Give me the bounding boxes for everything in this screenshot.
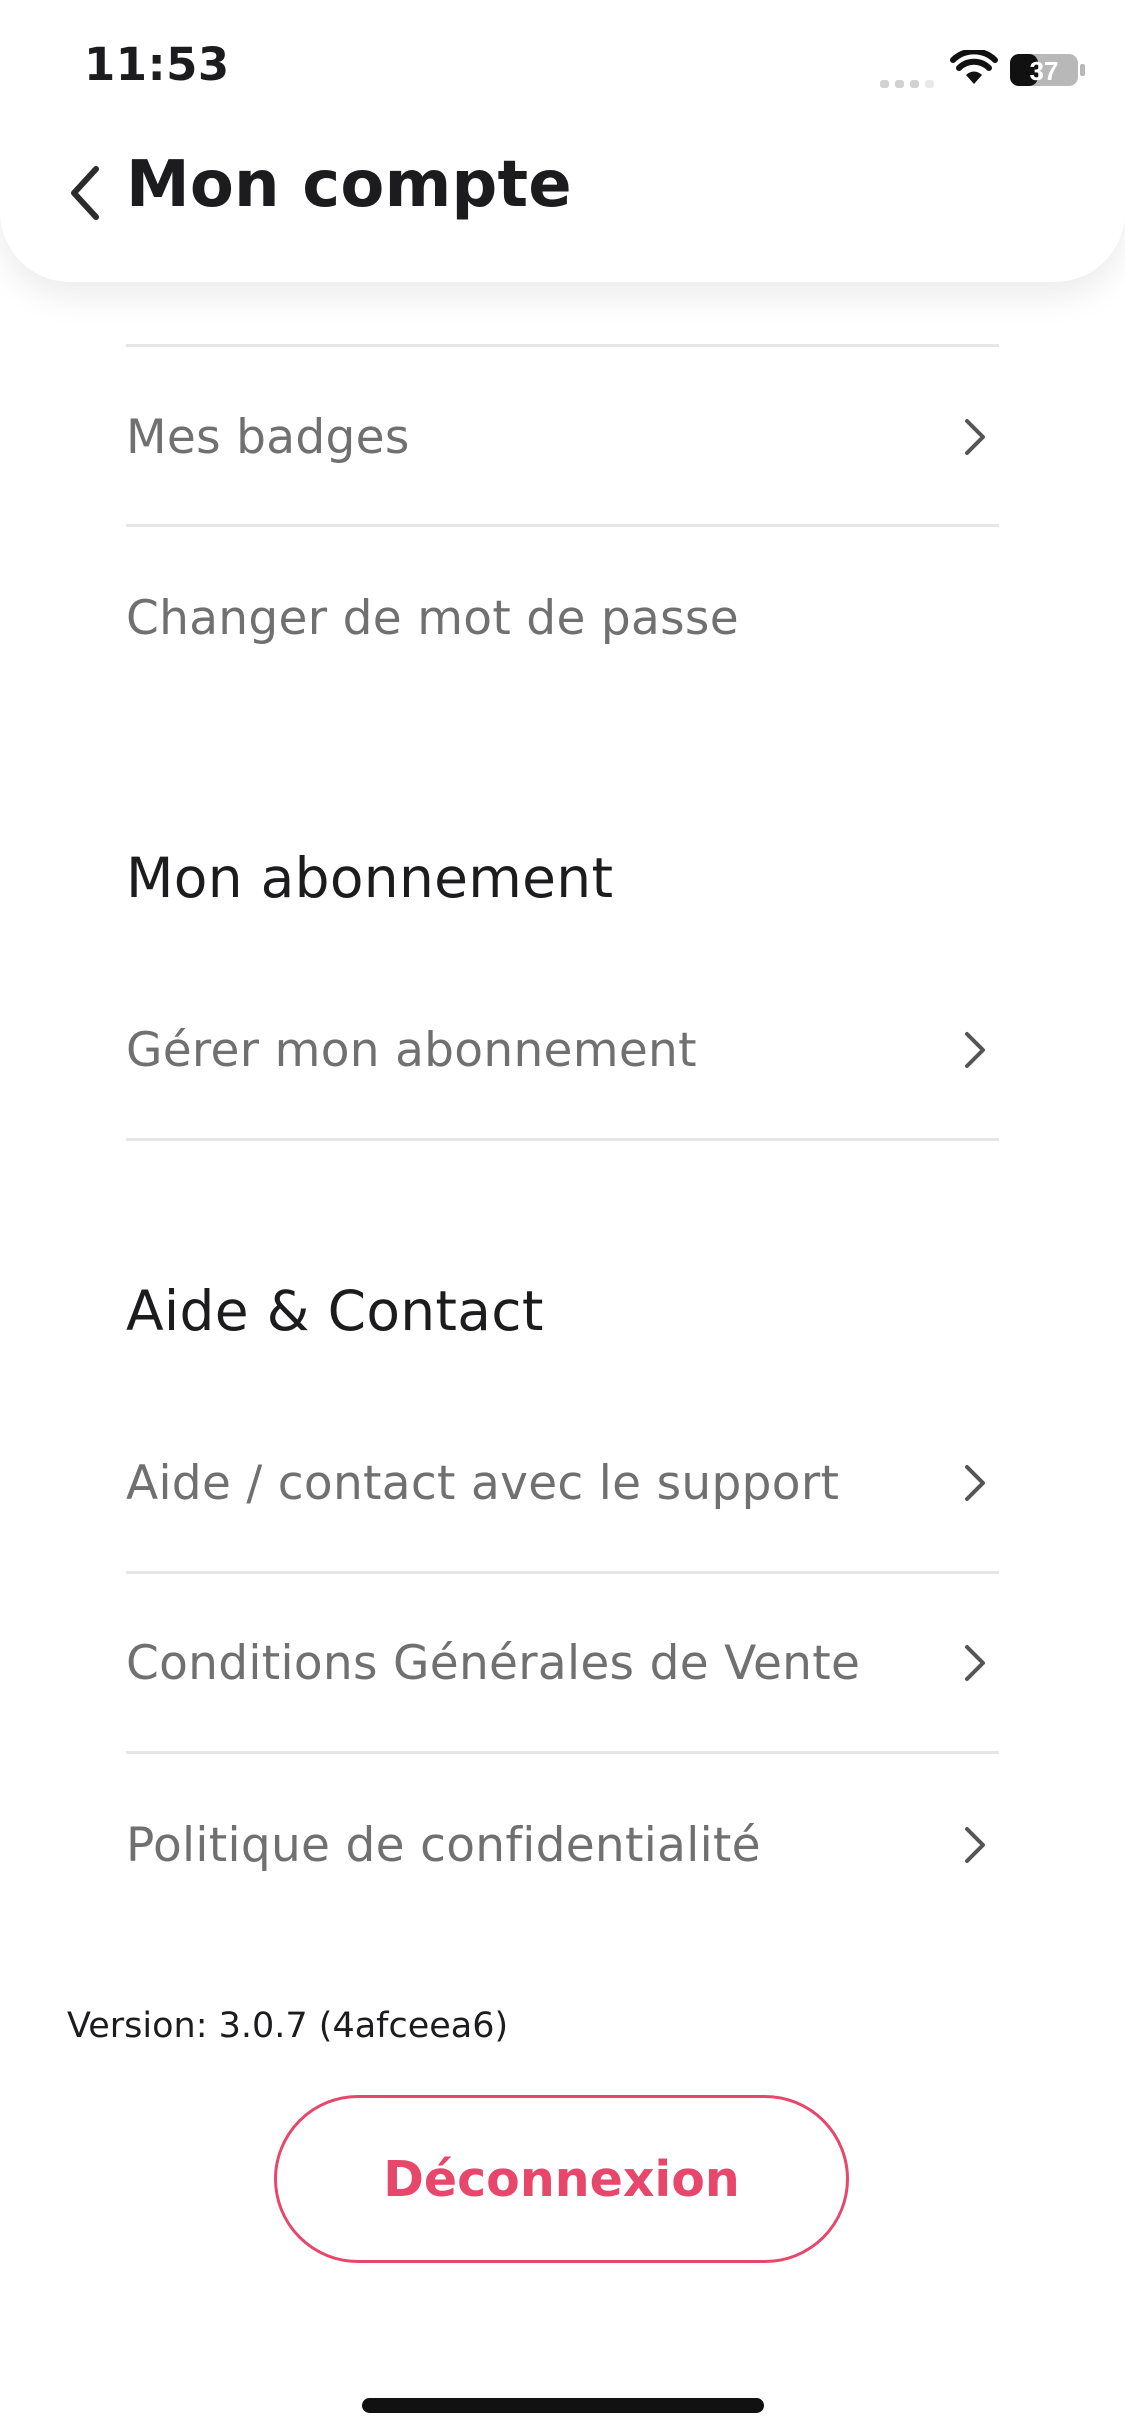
divider xyxy=(126,1138,999,1141)
row-confidentialite[interactable]: Politique de confidentialité xyxy=(126,1785,999,1905)
status-time: 11:53 xyxy=(84,38,230,91)
chevron-left-icon xyxy=(71,166,99,220)
section-title-abonnement: Mon abonnement xyxy=(126,846,614,910)
status-bar: 11:53 37 xyxy=(0,0,1125,140)
row-changer-mot-de-passe[interactable]: Changer de mot de passe xyxy=(126,558,999,678)
cellular-signal-icon xyxy=(880,80,934,88)
logout-button[interactable]: Déconnexion xyxy=(274,2095,849,2263)
row-label: Mes badges xyxy=(126,409,410,465)
divider xyxy=(126,524,999,527)
row-label: Aide / contact avec le support xyxy=(126,1455,840,1511)
row-label: Politique de confidentialité xyxy=(126,1817,761,1873)
row-label: Gérer mon abonnement xyxy=(126,1022,697,1078)
header: 11:53 37 Mon compte xyxy=(0,0,1125,282)
home-indicator[interactable] xyxy=(362,2398,764,2413)
divider xyxy=(126,1571,999,1574)
battery-icon: 37 xyxy=(1010,54,1085,86)
chevron-right-icon xyxy=(963,1463,989,1503)
back-button[interactable] xyxy=(58,160,112,226)
row-gerer-abonnement[interactable]: Gérer mon abonnement xyxy=(126,990,999,1110)
chevron-right-icon xyxy=(963,1030,989,1070)
row-label: Conditions Générales de Vente xyxy=(126,1635,861,1691)
page-title: Mon compte xyxy=(126,148,572,222)
chevron-right-icon xyxy=(963,1825,989,1865)
version-text: Version: 3.0.7 (4afceea6) xyxy=(67,2006,509,2046)
section-title-aide: Aide & Contact xyxy=(126,1279,544,1343)
row-aide-support[interactable]: Aide / contact avec le support xyxy=(126,1423,999,1543)
logout-label: Déconnexion xyxy=(383,2150,740,2208)
row-cgv[interactable]: Conditions Générales de Vente xyxy=(126,1603,999,1723)
wifi-icon xyxy=(950,50,998,84)
row-label: Changer de mot de passe xyxy=(126,590,739,646)
divider xyxy=(126,344,999,347)
row-mes-badges[interactable]: Mes badges xyxy=(126,377,999,497)
divider xyxy=(126,1751,999,1754)
battery-level: 37 xyxy=(1030,56,1059,86)
chevron-right-icon xyxy=(963,1643,989,1683)
chevron-right-icon xyxy=(963,417,989,457)
